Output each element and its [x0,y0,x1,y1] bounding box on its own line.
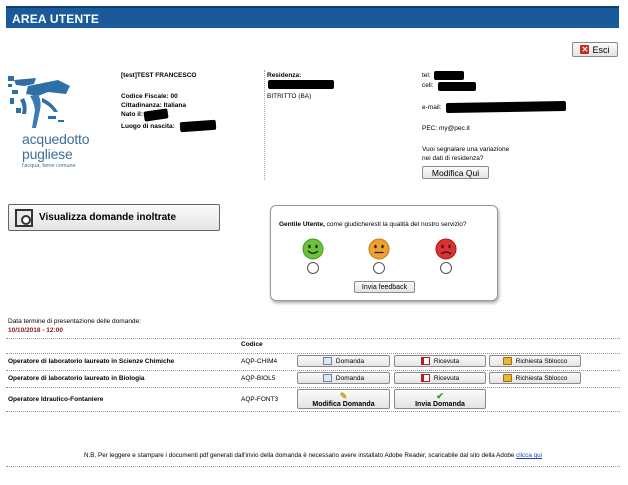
pdf-icon [420,357,430,365]
feedback-question-text: come giudicheresti la qualità del nostro… [324,221,467,228]
feedback-question-greeting: Gentile Utente, [279,221,325,228]
user-codice-fiscale: Codice Fiscale: 00 [121,93,178,100]
row-2-domanda-label: Domanda [335,374,365,382]
contact-cell: cell: [422,82,434,89]
table-row-2-code: AQP-BIOL5 [241,375,276,382]
row-1-ricevuta-label: Ricevuta [433,357,460,365]
logo-text-pugliese: pugliese [22,146,73,162]
row-3-modifica-domanda-button[interactable]: ✎ Modifica Domanda [297,389,390,409]
sad-smiley-icon[interactable] [435,238,457,260]
document-icon [322,357,332,365]
row-1-sblocco-button[interactable]: Richiesta Sblocco [489,355,581,367]
modify-residence-button-label: Modifica Qui [431,167,480,178]
neutral-smiley-icon[interactable] [368,238,390,260]
footer-note-text: N.B. Per leggere e stampare i documenti … [84,452,515,459]
row-separator [6,411,620,412]
contact-pec: PEC: my@pec.it [422,125,470,132]
page-header: AREA UTENTE [6,6,619,28]
feedback-question: Gentile Utente, come giudicheresti la qu… [279,221,467,228]
send-feedback-button[interactable]: Invia feedback [354,281,415,293]
deadline-value: 10/10/2018 - 12:00 [8,327,63,334]
redacted-cell [438,82,476,91]
code-column-header: Codice [241,341,263,348]
logo-text-acquedotto: acquedotto [22,131,90,147]
lock-icon [502,374,512,382]
row-1-sblocco-label: Richiesta Sblocco [515,357,568,365]
user-birth-date: Nato il: [121,111,144,118]
variation-text-line1: Vuoi segnalare una variazione [422,146,510,153]
redacted-tel [434,71,464,80]
variation-text-line2: nei dati di residenza? [422,155,484,162]
footer-separator [6,466,620,467]
logo-tagline: l'acqua, bene comune [22,163,76,169]
column-separator [264,70,265,180]
exit-button[interactable]: ✕ Esci [572,42,618,57]
pencil-icon: ✎ [339,390,348,401]
exit-button-label: Esci [592,44,610,55]
feedback-radio-sad[interactable] [440,262,452,274]
feedback-radio-happy[interactable] [307,262,319,274]
feedback-panel: Gentile Utente, come giudicheresti la qu… [270,205,498,301]
modify-residence-button[interactable]: Modifica Qui [422,166,489,179]
happy-smiley-icon[interactable] [302,238,324,260]
row-separator [6,353,620,354]
lock-icon [502,357,512,365]
tree-logo-icon [8,76,70,128]
row-2-ricevuta-label: Ricevuta [433,374,460,382]
redacted-birth-place [179,119,217,133]
view-applications-button[interactable]: Visualizza domande inoltrate [8,204,220,231]
page-title: AREA UTENTE [12,12,100,26]
view-applications-icon [15,208,33,227]
user-name: [test]TEST FRANCESCO [121,72,197,79]
row-2-sblocco-button[interactable]: Richiesta Sblocco [489,372,581,384]
table-row-3-code: AQP-FONT3 [241,396,279,403]
row-3-invia-domanda-button[interactable]: ✔ Invia Domanda [394,389,486,409]
user-cittadinanza: Cittadinanza: Italiana [121,102,187,109]
adobe-download-link[interactable]: clicca qui [516,452,542,459]
table-row-1-name: Operatore di laboratorio laureato in Sci… [8,358,175,365]
user-birth-place: Luogo di nascita: [121,123,175,130]
table-row-2-name: Operatore di laboratorio laureato in Bio… [8,375,145,382]
row-separator [6,370,620,371]
residence-city: BITRITTO (BA) [267,93,312,100]
row-2-domanda-button[interactable]: Domanda [297,372,390,384]
row-separator [6,387,620,388]
footer-note: N.B. Per leggere e stampare i documenti … [84,452,542,460]
row-1-domanda-label: Domanda [335,357,365,365]
table-top-separator [6,338,620,339]
row-3-invia-label: Invia Domanda [415,400,465,408]
row-3-modifica-label: Modifica Domanda [312,400,375,408]
feedback-radio-neutral[interactable] [373,262,385,274]
contact-email: e-mail: [422,104,442,111]
residence-label: Residenza: [267,72,302,79]
view-applications-label: Visualizza domande inoltrate [39,212,177,223]
acquedotto-pugliese-logo: acquedotto pugliese l'acqua, bene comune [8,76,118,172]
contact-tel: tel: [422,72,431,79]
redacted-birth-date [143,108,169,122]
row-1-ricevuta-button[interactable]: Ricevuta [394,355,486,367]
redacted-email [445,100,567,114]
document-icon [322,374,332,382]
row-1-domanda-button[interactable]: Domanda [297,355,390,367]
deadline-label: Data termine di presentazione delle doma… [8,318,141,325]
table-row-1-code: AQP-CHIM4 [241,358,278,365]
close-icon: ✕ [580,45,590,54]
row-2-ricevuta-button[interactable]: Ricevuta [394,372,486,384]
send-feedback-label: Invia feedback [361,283,408,291]
checkmark-icon: ✔ [436,390,444,401]
pdf-icon [420,374,430,382]
row-2-sblocco-label: Richiesta Sblocco [515,374,568,382]
redacted-address [268,80,334,89]
table-row-3-name: Operatore Idraulico-Fontaniere [8,396,104,403]
